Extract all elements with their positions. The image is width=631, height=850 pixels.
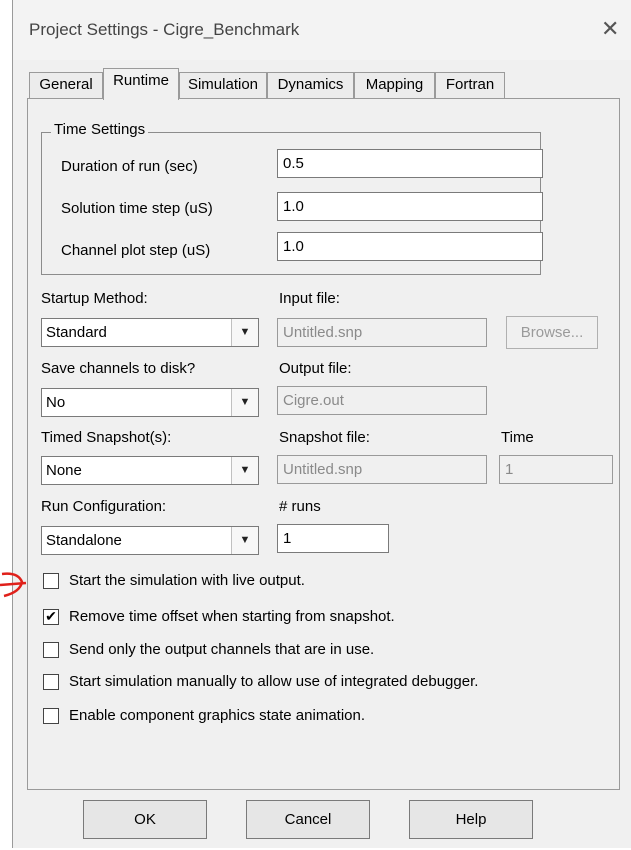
- solution-step-field[interactable]: [277, 192, 543, 221]
- startup-method-value: Standard: [46, 324, 107, 341]
- runs-label: # runs: [279, 498, 321, 515]
- remove-offset-checkbox[interactable]: ✔: [43, 609, 59, 625]
- remove-offset-label: Remove time offset when starting from sn…: [69, 608, 395, 625]
- tab-dynamics[interactable]: Dynamics: [267, 72, 354, 98]
- snapshot-file-label: Snapshot file:: [279, 429, 370, 446]
- input-file-field: [277, 318, 487, 347]
- tab-simulation[interactable]: Simulation: [179, 72, 267, 98]
- graphics-animation-label: Enable component graphics state animatio…: [69, 707, 366, 724]
- ok-button[interactable]: OK: [83, 800, 207, 839]
- graphics-animation-checkbox[interactable]: [43, 708, 59, 724]
- project-settings-dialog: Project Settings - Cigre_Benchmark ✕ Gen…: [12, 0, 631, 848]
- solution-step-label: Solution time step (uS): [61, 200, 213, 217]
- save-channels-value: No: [46, 394, 66, 411]
- runs-field[interactable]: [277, 524, 389, 553]
- manual-start-label: Start simulation manually to allow use o…: [69, 673, 479, 690]
- time-field: [499, 455, 613, 484]
- output-file-label: Output file:: [279, 360, 352, 377]
- used-channels-checkbox[interactable]: [43, 642, 59, 658]
- timed-snapshot-value: None: [46, 462, 82, 479]
- chevron-down-icon[interactable]: ▼: [231, 527, 258, 554]
- save-channels-label: Save channels to disk?: [41, 360, 196, 377]
- plot-step-label: Channel plot step (uS): [61, 242, 211, 259]
- close-icon[interactable]: ✕: [601, 16, 619, 42]
- chevron-down-icon[interactable]: ▼: [231, 389, 258, 416]
- live-output-label: Start the simulation with live output.: [69, 572, 305, 589]
- help-button[interactable]: Help: [409, 800, 533, 839]
- output-file-field: [277, 386, 487, 415]
- cancel-button[interactable]: Cancel: [246, 800, 370, 839]
- tab-general[interactable]: General: [29, 72, 103, 98]
- tab-mapping[interactable]: Mapping: [354, 72, 435, 98]
- time-settings-label: Time Settings: [51, 121, 149, 138]
- chevron-down-icon[interactable]: ▼: [231, 457, 258, 484]
- live-output-checkbox[interactable]: [43, 573, 59, 589]
- duration-field[interactable]: [277, 149, 543, 178]
- startup-method-label: Startup Method:: [41, 290, 148, 307]
- used-channels-label: Send only the output channels that are i…: [69, 641, 375, 658]
- tab-fortran[interactable]: Fortran: [435, 72, 505, 98]
- startup-method-select[interactable]: Standard ▼: [41, 318, 259, 347]
- tab-runtime[interactable]: Runtime: [103, 68, 179, 100]
- run-config-value: Standalone: [46, 532, 122, 549]
- chevron-down-icon[interactable]: ▼: [231, 319, 258, 346]
- browse-button[interactable]: Browse...: [506, 316, 598, 349]
- duration-label: Duration of run (sec): [61, 158, 198, 175]
- timed-snapshot-label: Timed Snapshot(s):: [41, 429, 172, 446]
- window-title: Project Settings - Cigre_Benchmark: [29, 20, 300, 39]
- time-label: Time: [501, 429, 534, 446]
- snapshot-file-field: [277, 455, 487, 484]
- plot-step-field[interactable]: [277, 232, 543, 261]
- title-bar: Project Settings - Cigre_Benchmark ✕: [13, 0, 631, 60]
- manual-start-checkbox[interactable]: [43, 674, 59, 690]
- save-channels-select[interactable]: No ▼: [41, 388, 259, 417]
- timed-snapshot-select[interactable]: None ▼: [41, 456, 259, 485]
- run-config-label: Run Configuration:: [41, 498, 167, 515]
- annotation-mark: [0, 572, 27, 598]
- run-config-select[interactable]: Standalone ▼: [41, 526, 259, 555]
- input-file-label: Input file:: [279, 290, 340, 307]
